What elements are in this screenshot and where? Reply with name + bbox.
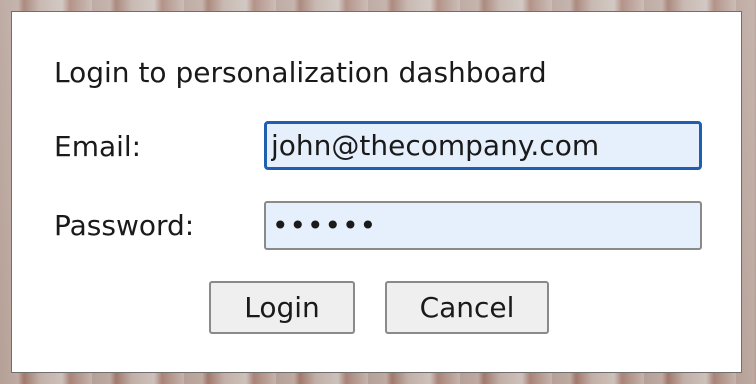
email-label: Email: — [54, 130, 142, 163]
login-button[interactable]: Login — [209, 281, 355, 334]
email-field[interactable] — [264, 121, 702, 170]
cancel-button[interactable]: Cancel — [385, 281, 549, 334]
password-field[interactable] — [264, 201, 702, 250]
login-dialog: Login to personalization dashboard Email… — [11, 11, 742, 373]
dialog-title: Login to personalization dashboard — [54, 56, 547, 89]
password-label: Password: — [54, 209, 195, 242]
